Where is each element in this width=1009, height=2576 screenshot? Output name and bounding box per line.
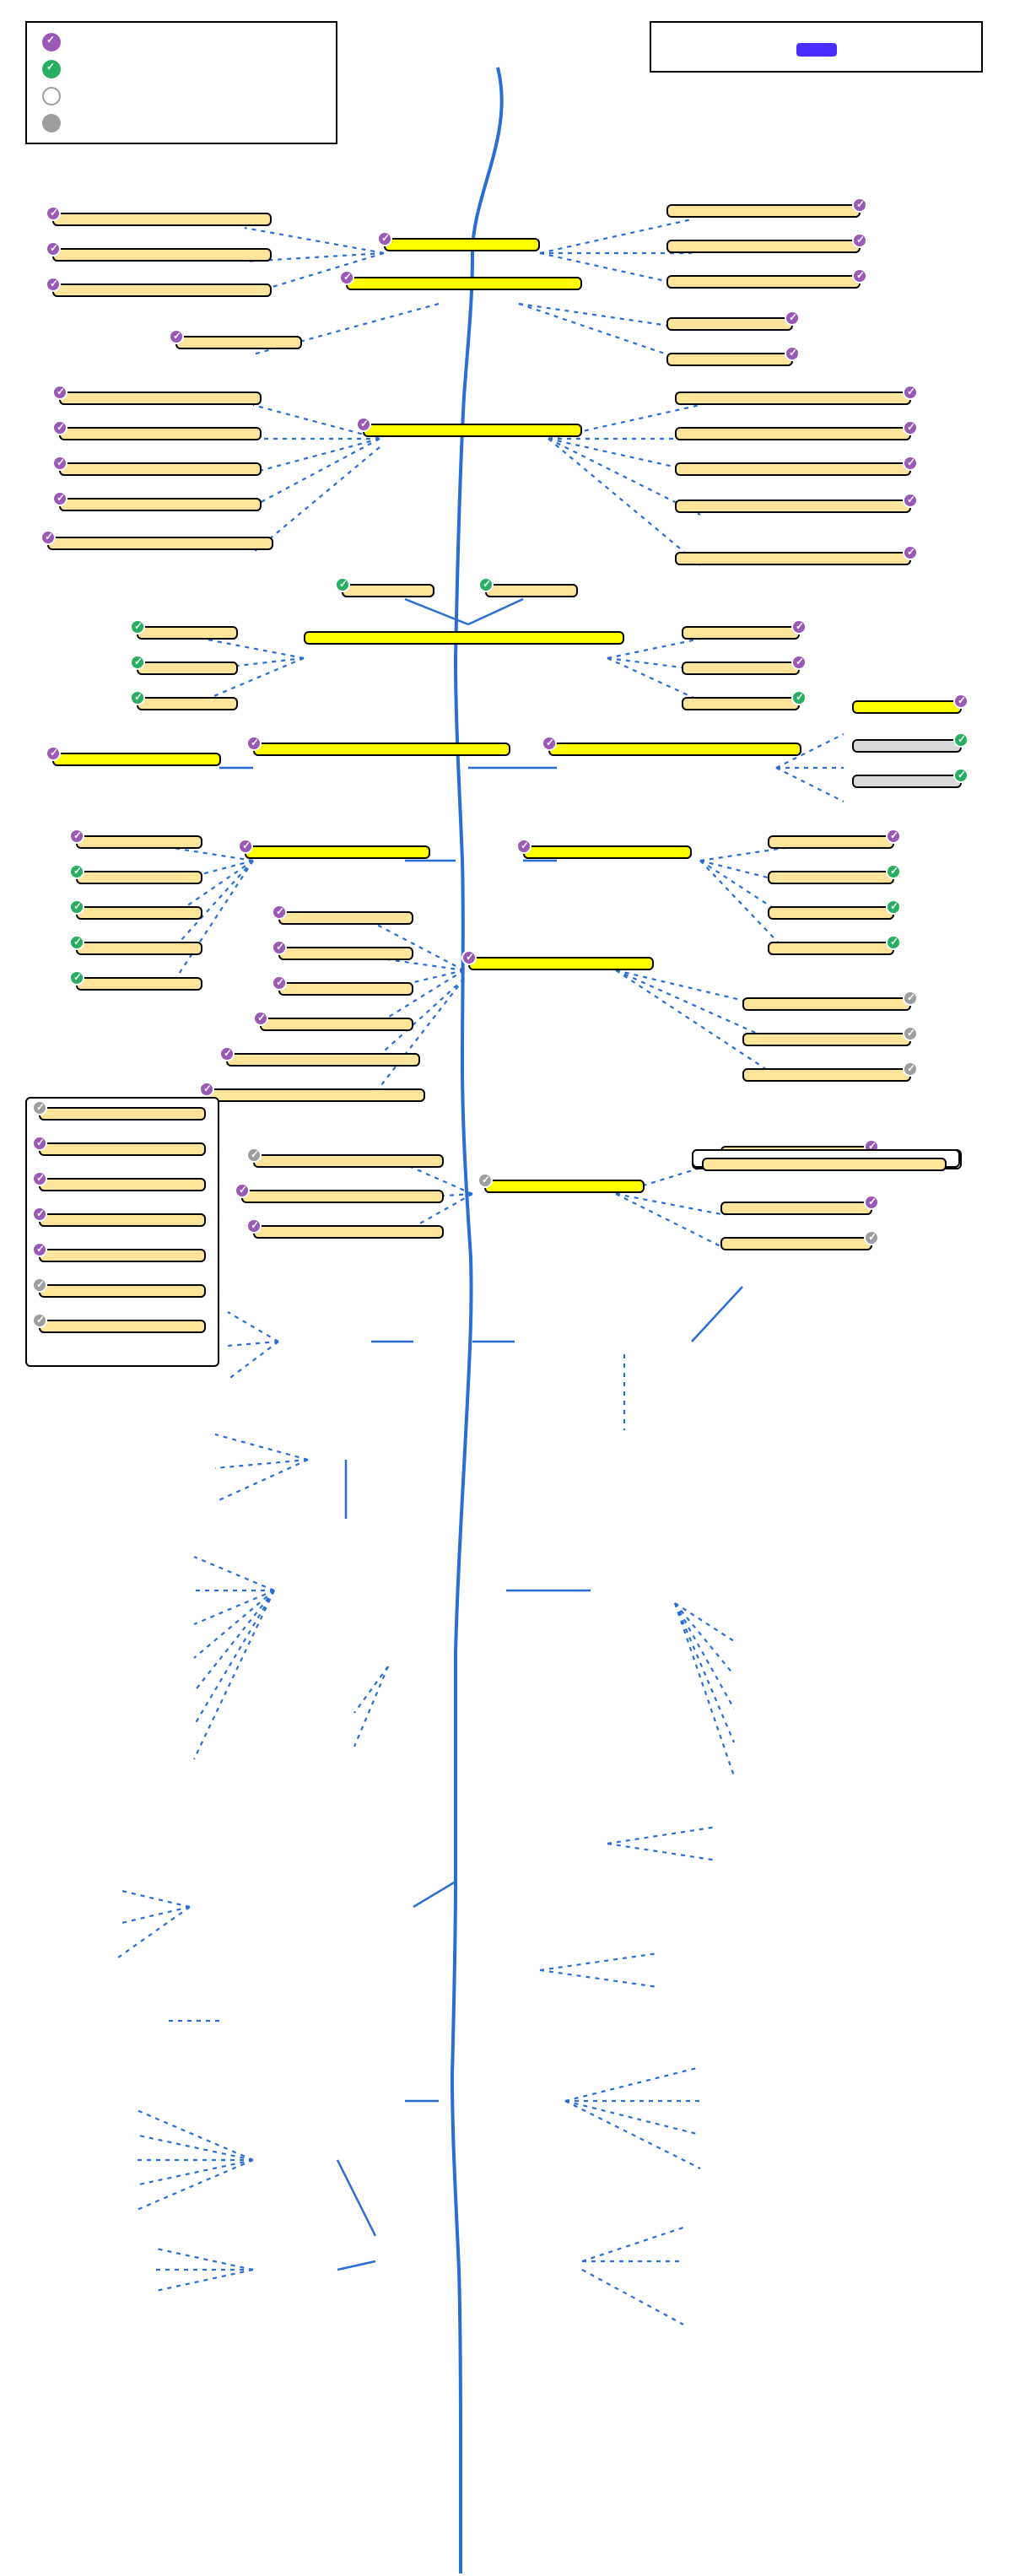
node-shard[interactable]: [742, 1033, 911, 1046]
node-mysql[interactable]: [76, 871, 202, 884]
node-orms[interactable]: [278, 911, 413, 925]
node-browsers[interactable]: [52, 284, 272, 297]
node-iomgmt[interactable]: [675, 462, 911, 476]
node-internet[interactable]: [384, 238, 540, 251]
node-couch[interactable]: [768, 906, 894, 920]
promo-box: [650, 21, 983, 73]
node-basicauth[interactable]: [39, 1178, 206, 1191]
node-bitbucket[interactable]: [852, 775, 962, 788]
node-md5[interactable]: [702, 1158, 947, 1171]
node-go[interactable]: [485, 584, 578, 597]
node-dns[interactable]: [666, 204, 861, 218]
node-ipc[interactable]: [675, 427, 911, 440]
node-html[interactable]: [175, 336, 302, 349]
node-oracle[interactable]: [76, 977, 202, 991]
node-os[interactable]: [363, 424, 582, 437]
node-js2[interactable]: [682, 626, 800, 640]
node-mariadb[interactable]: [76, 906, 202, 920]
node-php[interactable]: [137, 697, 238, 710]
roadmap-link[interactable]: [796, 43, 837, 57]
node-moredb[interactable]: [468, 957, 654, 970]
node-n1[interactable]: [260, 1018, 413, 1031]
node-css[interactable]: [666, 317, 793, 331]
node-reldb[interactable]: [245, 845, 430, 859]
node-rust[interactable]: [342, 584, 434, 597]
node-saml[interactable]: [39, 1320, 206, 1333]
node-soap[interactable]: [720, 1237, 872, 1250]
node-indexes[interactable]: [206, 1088, 425, 1102]
node-cookie[interactable]: [39, 1107, 206, 1121]
node-dynamo[interactable]: [768, 942, 894, 955]
node-jwt[interactable]: [39, 1249, 206, 1262]
node-dbnorm[interactable]: [226, 1053, 420, 1067]
node-nosql[interactable]: [523, 845, 692, 859]
node-repo[interactable]: [548, 743, 801, 756]
node-ruby[interactable]: [682, 697, 800, 710]
node-mongo[interactable]: [768, 835, 894, 849]
node-gitlab[interactable]: [852, 739, 962, 753]
node-rethink[interactable]: [768, 871, 894, 884]
node-hosting[interactable]: [666, 275, 861, 289]
node-domain[interactable]: [666, 240, 861, 253]
node-cap[interactable]: [742, 1068, 911, 1082]
node-openid[interactable]: [39, 1284, 206, 1298]
node-vcs[interactable]: [253, 743, 510, 756]
node-learn-apis[interactable]: [484, 1180, 645, 1193]
node-memmgmt[interactable]: [675, 392, 911, 405]
node-http[interactable]: [52, 248, 272, 262]
node-openapi[interactable]: [241, 1190, 444, 1203]
node-auth[interactable]: [253, 1225, 444, 1239]
node-procmgmt[interactable]: [59, 462, 262, 476]
node-js[interactable]: [666, 353, 793, 366]
node-acid[interactable]: [278, 947, 413, 960]
node-csharp[interactable]: [137, 662, 238, 675]
node-postgres[interactable]: [76, 835, 202, 849]
node-mssql[interactable]: [76, 942, 202, 955]
node-datarep[interactable]: [742, 997, 911, 1011]
node-github[interactable]: [852, 700, 962, 714]
node-posix[interactable]: [675, 500, 911, 513]
node-netconc[interactable]: [675, 552, 911, 565]
node-jsonapi[interactable]: [720, 1202, 872, 1215]
node-bfk[interactable]: [346, 277, 582, 290]
node-python[interactable]: [682, 662, 800, 675]
node-oauth[interactable]: [39, 1142, 206, 1156]
legend: [25, 21, 337, 144]
node-learn-lang[interactable]: [304, 631, 624, 645]
node-hateoas[interactable]: [253, 1154, 444, 1168]
node-basic-git[interactable]: [52, 753, 221, 766]
node-btc[interactable]: [47, 537, 273, 550]
node-how-internet[interactable]: [52, 213, 272, 226]
node-terminal[interactable]: [59, 392, 262, 405]
node-tokenauth[interactable]: [39, 1213, 206, 1227]
node-threads[interactable]: [59, 498, 262, 511]
node-java[interactable]: [137, 626, 238, 640]
node-trans[interactable]: [278, 982, 413, 996]
node-howos[interactable]: [59, 427, 262, 440]
